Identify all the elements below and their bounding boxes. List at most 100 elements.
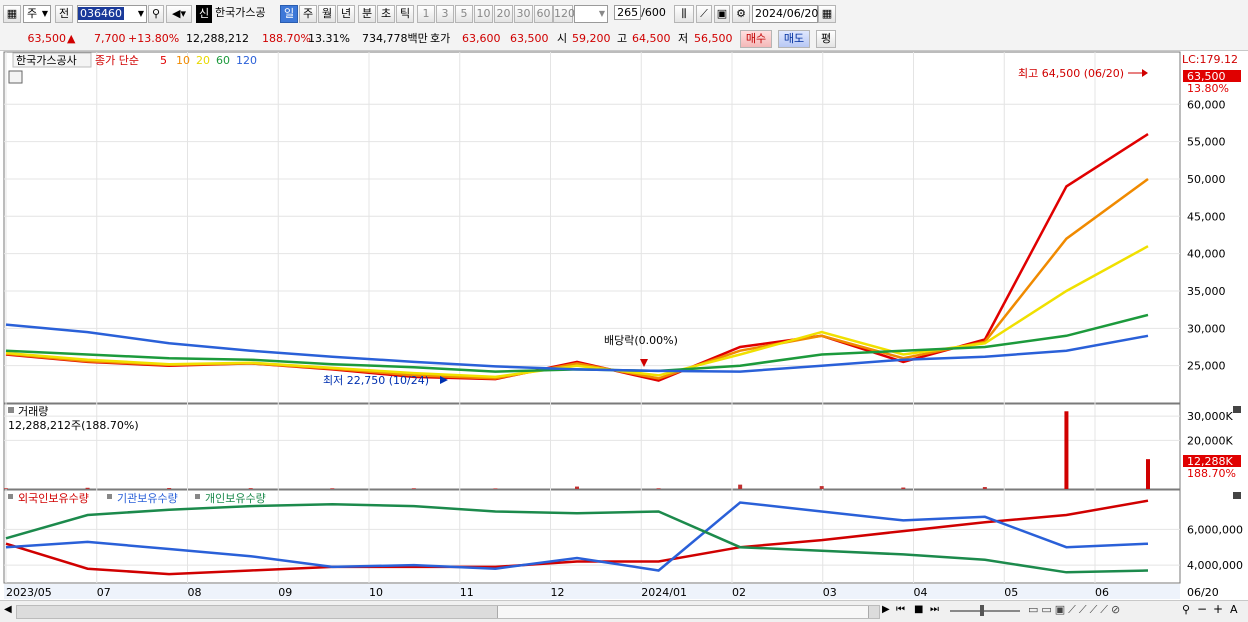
interval-120[interactable]: 120: [553, 5, 575, 23]
holding-panel[interactable]: [3, 489, 1181, 584]
tab-minute[interactable]: 분: [358, 5, 376, 23]
drawing-tools-icon[interactable]: ▭▭▣⟋⟋⟋⟋⊘: [1028, 603, 1123, 617]
calendar-icon[interactable]: ▦: [818, 5, 836, 23]
ma-legend-10: 10: [176, 54, 190, 67]
x-axis-last-date: 06/20: [1187, 586, 1219, 599]
volume-bar: [4, 488, 8, 489]
stock-code-input[interactable]: 036460 ▼: [77, 5, 147, 23]
speaker-icon[interactable]: ◀▾: [166, 5, 192, 23]
chevron-down-icon[interactable]: ▼: [138, 6, 144, 22]
scroll-right-icon[interactable]: ▶: [882, 604, 890, 615]
volume-bar: [248, 488, 253, 489]
ma-legend-20: 20: [196, 54, 210, 67]
volume-bar: [738, 484, 743, 489]
zoom-in-icon[interactable]: +: [1213, 602, 1223, 616]
stop-icon[interactable]: ■: [914, 604, 923, 615]
tab-week[interactable]: 주: [299, 5, 317, 23]
interval-10[interactable]: 10: [474, 5, 493, 23]
quote-bar: 63,500 ▲ 7,700 +13.80% 12,288,212 188.70…: [0, 28, 1248, 51]
buy-button[interactable]: 매수: [740, 30, 772, 48]
volume-value: 12,288,212주(188.70%): [8, 419, 139, 432]
open-price: 59,200: [572, 32, 611, 45]
volume-bar: [85, 487, 90, 489]
high-annotation: 최고 64,500 (06/20): [1018, 67, 1124, 80]
candle-type-icon[interactable]: ⫼: [674, 5, 694, 23]
interval-30[interactable]: 30: [514, 5, 533, 23]
interval-20[interactable]: 20: [494, 5, 513, 23]
scroll-thumb[interactable]: [497, 606, 869, 618]
interval-1[interactable]: 1: [417, 5, 435, 23]
price-tick-label: 30,000: [1187, 322, 1226, 335]
volume-bar: [819, 486, 824, 489]
price-tick-label: 50,000: [1187, 173, 1226, 186]
holding-close-icon[interactable]: [1233, 492, 1241, 499]
interval-3[interactable]: 3: [436, 5, 454, 23]
zoom-slider[interactable]: [950, 605, 1020, 616]
date-input[interactable]: 2024/06/20: [752, 5, 818, 23]
change-value: 7,700: [94, 32, 126, 45]
prev-button[interactable]: 전: [55, 5, 73, 23]
volume-panel[interactable]: [3, 403, 1181, 490]
sell-button[interactable]: 매도: [778, 30, 810, 48]
current-price: 63,500: [27, 32, 67, 45]
x-axis-label: 10: [369, 586, 383, 599]
scroll-left-icon[interactable]: ◀: [4, 604, 12, 615]
market-select[interactable]: 주 ▼: [23, 5, 51, 23]
window-menu-icon[interactable]: ▦: [3, 5, 21, 23]
volume-bar: [1146, 459, 1150, 489]
up-arrow-icon: ▲: [67, 32, 76, 45]
x-axis-label: 2023/05: [6, 586, 52, 599]
legend-institution: 기관보유수량: [117, 492, 178, 505]
search-icon[interactable]: ⚲: [148, 5, 164, 23]
eval-button[interactable]: 평: [816, 30, 836, 48]
x-axis-label: 04: [914, 586, 928, 599]
x-axis-label: 08: [188, 586, 202, 599]
high-price: 64,500: [632, 32, 671, 45]
save-icon[interactable]: ▣: [714, 5, 730, 23]
legend-foreign: 외국인보유수량: [18, 492, 89, 505]
tab-tick[interactable]: 틱: [396, 5, 414, 23]
x-axis-label: 03: [823, 586, 837, 599]
low-annotation: 최저 22,750 (10/24): [323, 374, 429, 387]
interval-60[interactable]: 60: [534, 5, 553, 23]
holding-tick-label: 6,000,000: [1187, 523, 1243, 536]
volume-bar: [330, 488, 335, 489]
volume-close-icon[interactable]: [1233, 406, 1241, 413]
price-tick-label: 45,000: [1187, 210, 1226, 223]
volume-bar: [1064, 411, 1069, 489]
draw-line-icon[interactable]: ⟋: [696, 5, 712, 23]
low-price: 56,500: [694, 32, 733, 45]
dividend-annotation: 배당락(0.00%): [604, 334, 678, 347]
stock-name: 한국가스공: [215, 6, 266, 19]
bid-price: 63,500: [510, 32, 549, 45]
scroll-track[interactable]: [16, 605, 880, 619]
legend-marker-institution: [107, 494, 112, 499]
gear-icon[interactable]: ⚙: [732, 5, 750, 23]
tab-month[interactable]: 월: [318, 5, 336, 23]
last-page-icon[interactable]: ⏭: [930, 604, 939, 615]
auto-scale-icon[interactable]: A: [1230, 603, 1238, 616]
zoom-slider-handle[interactable]: [980, 605, 984, 616]
price-tick-label: 35,000: [1187, 285, 1226, 298]
volume-bar: [493, 488, 498, 489]
main-toolbar: ▦ 주 ▼ 전 036460 ▼ ⚲ ◀▾ 신 한국가스공 일 주 월 년 분 초…: [0, 0, 1248, 29]
holding-panel-marker: [8, 494, 13, 499]
interval-custom-select[interactable]: ▼: [574, 5, 608, 23]
tab-second[interactable]: 초: [377, 5, 395, 23]
zoom-search-icon[interactable]: ⚲: [1182, 603, 1190, 616]
first-page-icon[interactable]: ⏮: [896, 604, 905, 615]
turnover-percent: 13.31%: [308, 32, 350, 45]
trade-amount: 734,778백만: [362, 32, 428, 45]
volume-value: 12,288,212: [186, 32, 249, 45]
calculator-icon[interactable]: [8, 70, 23, 84]
stock-chart[interactable]: 60,000 55,000 50,000 45,000 40,000 35,000 30,0…: [0, 51, 1248, 600]
interval-5[interactable]: 5: [455, 5, 473, 23]
x-axis-label: 11: [460, 586, 474, 599]
count-display[interactable]: 265/600: [611, 5, 669, 23]
x-axis-label: 12: [551, 586, 565, 599]
volume-title: 거래량: [18, 405, 48, 418]
zoom-out-icon[interactable]: −: [1197, 602, 1207, 616]
tab-year[interactable]: 년: [337, 5, 355, 23]
x-axis-label: 02: [732, 586, 746, 599]
tab-day[interactable]: 일: [280, 5, 298, 23]
